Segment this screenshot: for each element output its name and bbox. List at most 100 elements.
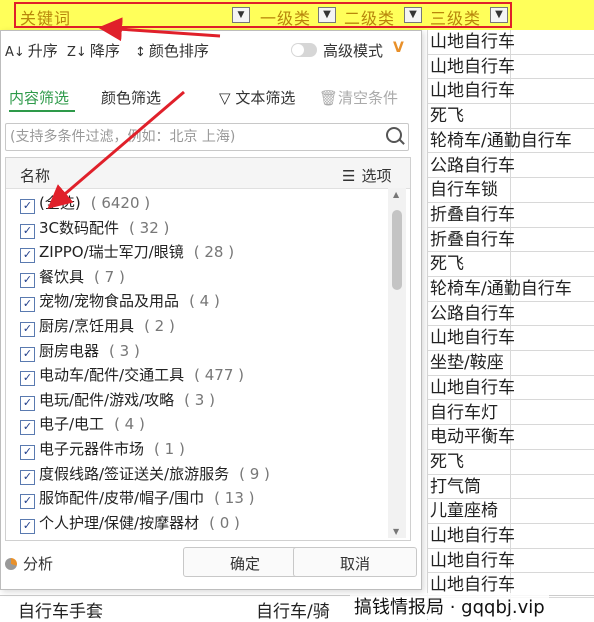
list-item-label: 电动车/配件/交通工具	[39, 366, 185, 385]
advanced-mode-label: 高级模式	[323, 42, 384, 60]
list-item-label: ZIPPO/瑞士军刀/眼镜	[39, 243, 184, 262]
checkbox[interactable]: ✓	[20, 346, 35, 362]
list-item[interactable]: ✓ 个人护理/保健/按摩器材 ( 0 )	[20, 512, 240, 537]
list-item-count: ( 4 )	[114, 415, 145, 434]
tab-content-filter[interactable]: 内容筛选	[9, 87, 69, 108]
pie-chart-icon	[5, 558, 17, 570]
list-item-label: 电子元器件市场	[39, 440, 145, 458]
table-cell[interactable]: 死飞	[428, 450, 594, 475]
value-list: 名称 ☰ 选项 ✓ (全选)( 6420 ) ✓ 3C数码配件( 32 ) ✓ ZIPPO/…	[5, 157, 411, 541]
toggle-knob	[292, 44, 304, 56]
table-cell[interactable]: 折叠自行车	[428, 228, 594, 253]
list-item[interactable]: ✓ 3C数码配件 ( 32 )	[20, 217, 169, 242]
tab-color-filter[interactable]: 颜色筛选	[101, 87, 161, 108]
list-item-label: 餐饮具	[39, 267, 85, 286]
checkbox[interactable]: ✓	[20, 223, 35, 239]
list-item[interactable]: ✓ ZIPPO/瑞士军刀/眼镜 ( 28 )	[20, 241, 234, 266]
cancel-button[interactable]: 取消	[293, 547, 417, 577]
table-cell[interactable]: 儿童座椅	[428, 499, 594, 524]
checkbox[interactable]: ✓	[20, 272, 35, 288]
table-cell[interactable]: 山地自行车	[428, 549, 594, 574]
checkbox[interactable]: ✓	[20, 445, 35, 460]
checkbox[interactable]: ✓	[20, 297, 35, 313]
table-cell[interactable]: 死飞	[428, 104, 594, 129]
checkbox[interactable]: ✓	[20, 199, 35, 214]
list-item-count: ( 4 )	[189, 292, 220, 311]
list-item[interactable]: ✓ 厨房/烹饪用具 ( 2 )	[20, 315, 175, 340]
analyze-button[interactable]: 分析	[5, 553, 53, 574]
spreadsheet: 关键词 ▼ 一级类 ▼ 二级类 ▼ 三级类 ▼ 山地自行车 山地自行车 山地自行车死…	[0, 0, 594, 622]
table-cell[interactable]: 山地自行车	[428, 30, 594, 55]
table-cell[interactable]: 山地自行车	[428, 55, 594, 80]
list-item-count: ( 13 )	[214, 489, 255, 508]
table-cell[interactable]: 山地自行车	[428, 524, 594, 549]
sort-desc-button[interactable]: Z↓ 降序	[67, 40, 120, 61]
text-filter-button[interactable]: ▽ 文本筛选	[219, 87, 295, 108]
table-cell[interactable]: 轮椅车/通勤自行车	[428, 129, 594, 154]
list-item-count: ( 28 )	[193, 243, 235, 262]
list-item[interactable]: ✓ 服饰配件/皮带/帽子/围巾 ( 13 )	[20, 487, 255, 512]
list-item-label: 服饰配件/皮带/帽子/围巾	[39, 489, 205, 508]
checkbox[interactable]: ✓	[20, 518, 35, 534]
table-cell[interactable]: 打气筒	[428, 475, 594, 500]
header-row: 关键词 ▼ 一级类 ▼ 二级类 ▼ 三级类 ▼	[0, 0, 594, 30]
list-item[interactable]: ✓ 宠物/宠物食品及用品 ( 4 )	[20, 290, 220, 315]
list-item[interactable]: ✓ (全选) ( 6420 )	[20, 192, 150, 217]
list-item[interactable]: ✓ 度假线路/签证送关/旅游服务 ( 9 )	[20, 463, 270, 488]
options-button[interactable]: ☰ 选项	[342, 165, 391, 186]
checkbox[interactable]: ✓	[20, 322, 35, 337]
list-item[interactable]: ✓ 餐饮具 ( 7 )	[20, 266, 125, 291]
sort-asc-button[interactable]: A↓ 升序	[5, 40, 58, 61]
table-cell[interactable]: 坐垫/鞍座	[428, 351, 594, 376]
scroll-thumb[interactable]	[392, 210, 402, 290]
checkbox[interactable]: ✓	[20, 469, 35, 485]
list-header-name[interactable]: 名称	[20, 165, 50, 186]
clear-condition-button[interactable]: 🗑清空条件	[319, 87, 398, 108]
checkbox[interactable]: ✓	[20, 494, 35, 510]
checkbox[interactable]: ✓	[20, 248, 35, 264]
search-icon[interactable]	[386, 127, 402, 143]
scrollbar[interactable]: ▲ ▼	[388, 188, 406, 538]
table-cell[interactable]: 自行车锁	[428, 178, 594, 203]
list-item-count: ( 9 )	[239, 464, 270, 483]
list-item-count: ( 3 )	[184, 390, 215, 409]
filter-dialog: A↓ 升序 Z↓ 降序 ↕ 颜色排序 高级模式 V 内容筛选 颜色筛选 ▽ 文本筛选 …	[0, 30, 422, 590]
color-sort-icon: ↕	[135, 45, 146, 60]
checkbox[interactable]: ✓	[20, 371, 35, 387]
table-cell[interactable]: 公路自行车	[428, 302, 594, 327]
table-cell[interactable]: 山地自行车	[428, 79, 594, 105]
table-cell[interactable]: 山地自行车	[428, 326, 594, 352]
list-item[interactable]: ✓ 电动车/配件/交通工具 ( 477 )	[20, 364, 244, 389]
sort-color-button[interactable]: ↕ 颜色排序	[135, 40, 209, 61]
checkbox[interactable]: ✓	[20, 395, 35, 411]
list-item[interactable]: ✓ 电子/电工 ( 4 )	[20, 413, 145, 438]
table-cell[interactable]: 电动平衡车	[428, 425, 594, 450]
table-cell[interactable]: 自行车/骑	[256, 597, 330, 622]
list-item[interactable]: ✓ 厨房电器 ( 3 )	[20, 340, 140, 365]
list-item-count: ( 0 )	[209, 513, 240, 532]
scroll-down-icon[interactable]: ▼	[393, 527, 399, 536]
table-cell[interactable]: 自行车灯	[428, 401, 594, 426]
list-item-count: ( 1 )	[154, 440, 185, 458]
search-input[interactable]	[8, 126, 382, 148]
table-cell[interactable]: 死飞	[428, 252, 594, 277]
table-cell[interactable]: 折叠自行车	[428, 203, 594, 228]
search-box	[5, 123, 409, 151]
list-item-count: ( 32 )	[129, 218, 170, 237]
list-item[interactable]: ✓ 电子元器件市场 ( 1 )	[20, 438, 185, 463]
filter-tabs: 内容筛选 颜色筛选 ▽ 文本筛选 🗑清空条件	[1, 79, 421, 113]
ok-button[interactable]: 确定	[183, 547, 307, 577]
checkbox[interactable]: ✓	[20, 420, 35, 436]
advanced-mode-toggle[interactable]	[291, 43, 317, 57]
scroll-up-icon[interactable]: ▲	[393, 190, 399, 199]
list-item[interactable]: ✓ 电玩/配件/游戏/攻略 ( 3 )	[20, 389, 215, 414]
table-cell[interactable]: 轮椅车/通勤自行车	[428, 277, 594, 302]
highlight-box	[14, 2, 512, 28]
table-cell[interactable]: 公路自行车	[428, 154, 594, 179]
table-cell[interactable]: 山地自行车	[428, 376, 594, 401]
text-filter-label: 文本筛选	[235, 89, 296, 107]
list-item-label: (全选)	[39, 194, 81, 212]
list-item-count: ( 2 )	[144, 317, 175, 335]
list-item-count: ( 477 )	[194, 366, 244, 385]
table-cell[interactable]: 自行车手套	[18, 597, 103, 622]
